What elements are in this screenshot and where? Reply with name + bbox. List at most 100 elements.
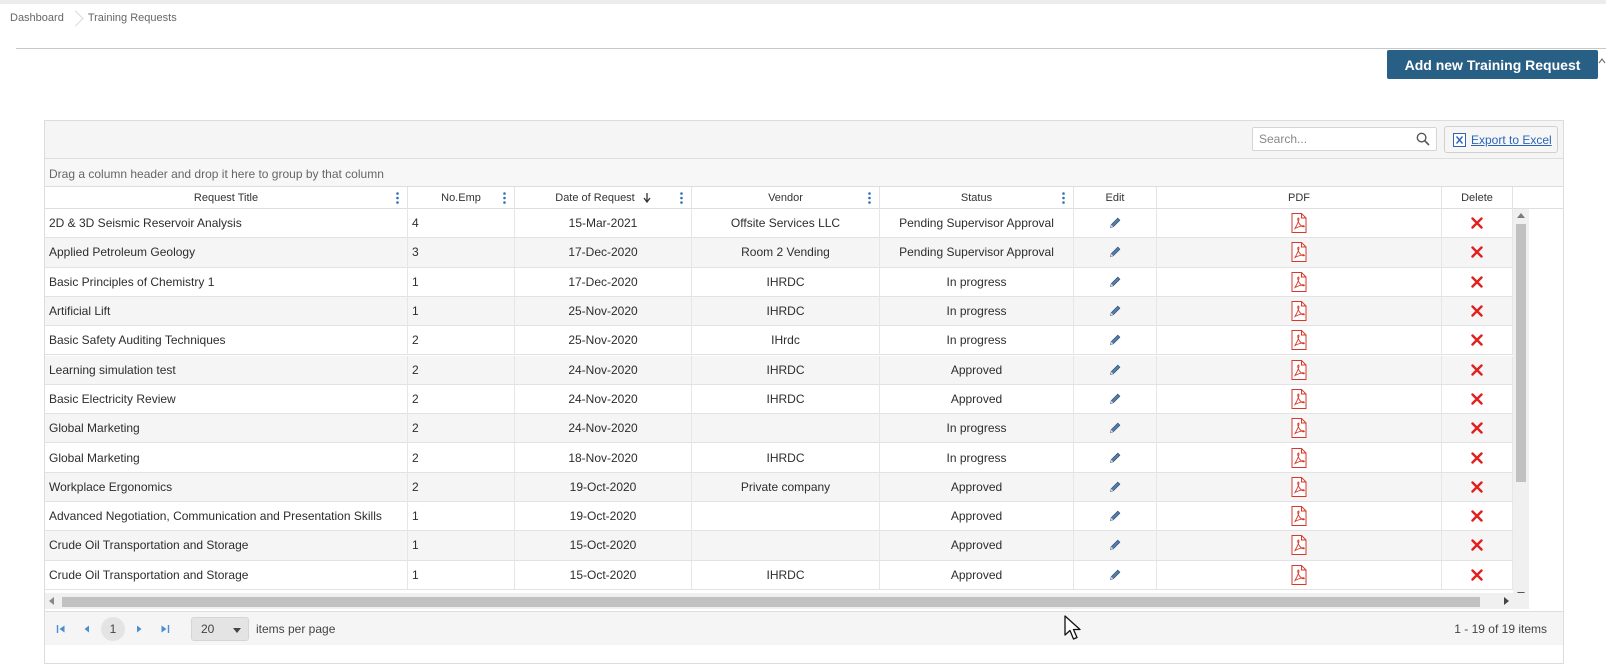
pencil-icon[interactable] bbox=[1108, 245, 1122, 259]
table-row[interactable]: Basic Electricity Review 2 24-Nov-2020 IHRD… bbox=[45, 384, 1513, 415]
pdf-icon[interactable] bbox=[1291, 388, 1307, 409]
pdf-icon[interactable] bbox=[1291, 535, 1307, 556]
table-row[interactable]: Basic Safety Auditing Techniques 2 25-Nov-… bbox=[45, 326, 1513, 356]
scroll-right-arrow-icon[interactable] bbox=[1504, 597, 1509, 605]
table-row[interactable]: Basic Principles of Chemistry 1 1 17-Dec-2… bbox=[45, 267, 1513, 297]
vertical-scroll-thumb[interactable] bbox=[1516, 224, 1526, 482]
table-row[interactable]: Crude Oil Transportation and Storage 1 15-… bbox=[45, 531, 1513, 561]
column-header-no-emp[interactable]: No.Emp bbox=[408, 187, 515, 209]
page-size-dropdown[interactable]: 20 bbox=[191, 616, 249, 641]
pencil-icon[interactable] bbox=[1108, 363, 1122, 377]
horizontal-scroll-thumb[interactable] bbox=[62, 597, 1480, 607]
current-page[interactable]: 1 bbox=[101, 616, 125, 641]
cell-no-emp: 4 bbox=[408, 209, 515, 238]
pencil-icon[interactable] bbox=[1108, 392, 1122, 406]
pdf-icon[interactable] bbox=[1291, 242, 1307, 263]
pdf-icon[interactable] bbox=[1291, 506, 1307, 527]
column-header-pdf: PDF bbox=[1157, 187, 1442, 209]
delete-x-icon[interactable] bbox=[1471, 510, 1483, 522]
delete-x-icon[interactable] bbox=[1471, 481, 1483, 493]
breadcrumb-dashboard[interactable]: Dashboard bbox=[10, 12, 64, 24]
mouse-cursor-icon bbox=[1064, 615, 1081, 640]
pdf-cell bbox=[1157, 326, 1442, 355]
pdf-icon[interactable] bbox=[1291, 564, 1307, 585]
horizontal-scrollbar[interactable] bbox=[45, 593, 1513, 609]
table-row[interactable]: Crude Oil Transportation and Storage 1 15-… bbox=[45, 560, 1513, 590]
pdf-icon[interactable] bbox=[1291, 271, 1307, 292]
pencil-icon[interactable] bbox=[1108, 333, 1122, 347]
table-row[interactable]: Learning simulation test 2 24-Nov-2020 IHRD… bbox=[45, 355, 1513, 385]
delete-x-icon[interactable] bbox=[1471, 334, 1483, 347]
pdf-cell bbox=[1157, 384, 1442, 414]
delete-x-icon[interactable] bbox=[1471, 539, 1483, 552]
column-menu-icon[interactable] bbox=[1062, 192, 1065, 204]
last-page-button[interactable] bbox=[153, 617, 177, 641]
pencil-icon[interactable] bbox=[1108, 451, 1122, 465]
pencil-icon[interactable] bbox=[1108, 509, 1122, 523]
pencil-icon[interactable] bbox=[1108, 304, 1122, 318]
column-menu-icon[interactable] bbox=[503, 192, 506, 204]
cell-request-title: Crude Oil Transportation and Storage bbox=[45, 531, 408, 560]
column-header-label: Delete bbox=[1461, 192, 1493, 204]
pdf-icon[interactable] bbox=[1291, 301, 1307, 322]
pencil-icon[interactable] bbox=[1108, 216, 1122, 230]
column-header-status[interactable]: Status bbox=[880, 187, 1074, 209]
pdf-icon[interactable] bbox=[1291, 447, 1307, 468]
pdf-icon[interactable] bbox=[1291, 476, 1307, 497]
table-row[interactable]: Applied Petroleum Geology 3 17-Dec-2020 Roo… bbox=[45, 238, 1513, 268]
search-icon[interactable] bbox=[1416, 132, 1430, 146]
sort-descending-icon bbox=[643, 193, 651, 203]
vertical-scrollbar[interactable] bbox=[1513, 209, 1529, 601]
cell-vendor: IHRDC bbox=[692, 267, 880, 296]
pencil-icon[interactable] bbox=[1108, 480, 1122, 494]
add-training-request-button[interactable]: Add new Training Request bbox=[1387, 50, 1598, 79]
export-to-excel-button[interactable]: Export to Excel bbox=[1444, 126, 1558, 153]
pdf-icon[interactable] bbox=[1291, 213, 1307, 234]
column-header-vendor[interactable]: Vendor bbox=[692, 187, 880, 209]
delete-x-icon[interactable] bbox=[1471, 246, 1483, 259]
pencil-icon[interactable] bbox=[1108, 568, 1122, 582]
first-page-button[interactable] bbox=[49, 617, 73, 641]
column-header-date-of-request[interactable]: Date of Request bbox=[515, 187, 692, 209]
cell-vendor: IHRDC bbox=[692, 296, 880, 326]
delete-x-icon[interactable] bbox=[1471, 393, 1483, 405]
chevron-up-icon[interactable] bbox=[1598, 57, 1606, 65]
pdf-cell bbox=[1157, 267, 1442, 296]
column-header-label: PDF bbox=[1288, 192, 1310, 204]
pdf-icon[interactable] bbox=[1291, 359, 1307, 380]
cell-status: Pending Supervisor Approval bbox=[880, 238, 1074, 267]
table-row[interactable]: Workplace Ergonomics 2 19-Oct-2020 Private … bbox=[45, 472, 1513, 502]
table-row[interactable]: Artificial Lift 1 25-Nov-2020 IHRDC In progr… bbox=[45, 296, 1513, 327]
pdf-icon[interactable] bbox=[1291, 418, 1307, 439]
table-row[interactable]: 2D & 3D Seismic Reservoir Analysis 4 15-Ma… bbox=[45, 209, 1513, 239]
pdf-cell bbox=[1157, 238, 1442, 267]
table-row[interactable]: Global Marketing 2 18-Nov-2020 IHRDC In prog… bbox=[45, 443, 1513, 473]
cell-date-of-request: 15-Oct-2020 bbox=[515, 560, 692, 589]
pdf-icon[interactable] bbox=[1291, 330, 1307, 351]
pencil-icon[interactable] bbox=[1108, 538, 1122, 552]
breadcrumb: Dashboard Training Requests bbox=[10, 11, 177, 25]
delete-x-icon[interactable] bbox=[1471, 363, 1483, 376]
delete-x-icon[interactable] bbox=[1471, 217, 1483, 229]
grid-body: 2D & 3D Seismic Reservoir Analysis 4 15-Ma… bbox=[45, 209, 1513, 601]
scroll-left-arrow-icon[interactable] bbox=[49, 597, 54, 605]
pencil-icon[interactable] bbox=[1108, 275, 1122, 289]
previous-page-button[interactable] bbox=[75, 617, 99, 641]
delete-x-icon[interactable] bbox=[1471, 422, 1483, 434]
table-row[interactable]: Global Marketing 2 24-Nov-2020 In progress bbox=[45, 414, 1513, 444]
delete-x-icon[interactable] bbox=[1471, 451, 1483, 464]
column-menu-icon[interactable] bbox=[868, 192, 871, 204]
table-row[interactable]: Advanced Negotiation, Communication and … bbox=[45, 502, 1513, 532]
delete-x-icon[interactable] bbox=[1471, 276, 1483, 288]
delete-x-icon[interactable] bbox=[1471, 569, 1483, 581]
delete-x-icon[interactable] bbox=[1471, 305, 1483, 317]
pencil-icon[interactable] bbox=[1108, 421, 1122, 435]
next-page-button[interactable] bbox=[127, 617, 151, 641]
column-menu-icon[interactable] bbox=[680, 192, 683, 204]
search-input[interactable] bbox=[1253, 128, 1403, 150]
column-menu-icon[interactable] bbox=[396, 192, 399, 204]
column-header-request-title[interactable]: Request Title bbox=[45, 187, 408, 209]
scroll-up-arrow-icon[interactable] bbox=[1517, 213, 1525, 218]
cell-date-of-request: 25-Nov-2020 bbox=[515, 326, 692, 355]
group-panel-hint[interactable]: Drag a column header and drop it here to… bbox=[45, 159, 1563, 187]
